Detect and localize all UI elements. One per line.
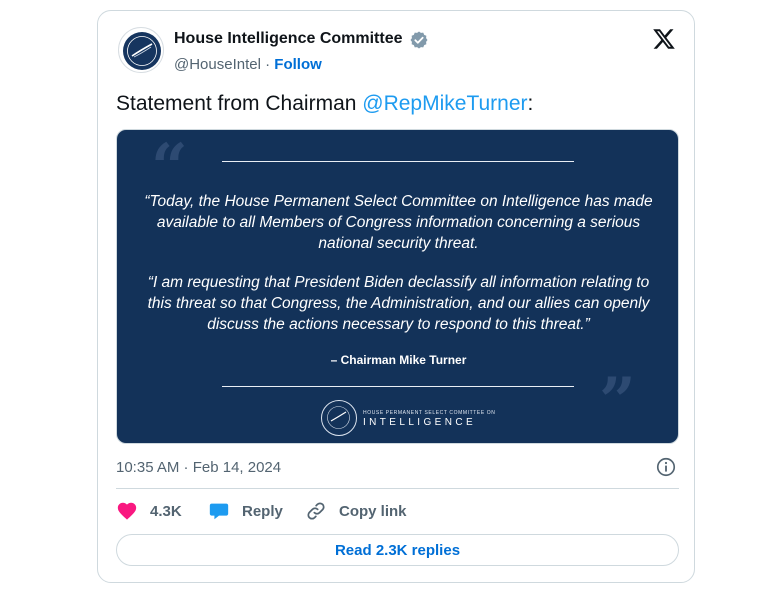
bottom-divider [222,386,574,387]
divider [116,488,679,489]
author-handle[interactable]: @HouseIntel [174,56,261,73]
read-replies-button[interactable]: Read 2.3K replies [116,534,679,566]
handle-separator: · [265,56,271,73]
follow-button[interactable]: Follow [274,56,322,73]
reply-button[interactable]: Reply [208,499,283,523]
heart-icon [117,502,137,520]
close-quote-mark: ” [599,364,636,439]
copy-link-label: Copy link [339,502,407,520]
author-name[interactable]: House Intelligence Committee [174,30,403,48]
like-button[interactable]: 4.3K [116,499,182,523]
tweet-timestamp[interactable]: 10:35 AM · Feb 14, 2024 [116,459,281,476]
statement-paragraph-1: “Today, the House Permanent Select Commi… [144,193,653,252]
verified-badge-icon [410,31,428,49]
tweet-card: House Intelligence Committee @HouseIntel… [97,10,695,583]
likes-count: 4.3K [150,502,182,520]
top-divider [222,161,574,162]
link-icon [307,502,325,520]
info-icon[interactable] [655,456,677,478]
reply-bubble-icon [209,503,229,520]
committee-seal-avatar-icon [121,30,163,72]
x-logo-icon[interactable] [652,27,676,51]
mention-link[interactable]: @RepMikeTurner [362,92,527,115]
handle-row: @HouseIntel · Follow [174,56,322,73]
committee-seal-icon [321,400,357,436]
reply-label: Reply [242,502,283,520]
statement-paragraph-2: “I am requesting that President Biden de… [147,274,650,333]
statement-image[interactable]: “ “Today, the House Permanent Select Com… [116,129,679,444]
tweet-text: Statement from Chairman @RepMikeTurner: [116,92,533,116]
avatar[interactable] [118,27,164,73]
statement-attribution: – Chairman Mike Turner [330,353,467,367]
committee-logo-title: INTELLIGENCE [363,417,477,428]
tweet-text-suffix: : [527,92,534,115]
committee-logo-subtitle: HOUSE PERMANENT SELECT COMMITTEE ON [363,410,496,416]
copy-link-button[interactable]: Copy link [305,499,407,523]
tweet-text-prefix: Statement from Chairman [116,92,363,115]
